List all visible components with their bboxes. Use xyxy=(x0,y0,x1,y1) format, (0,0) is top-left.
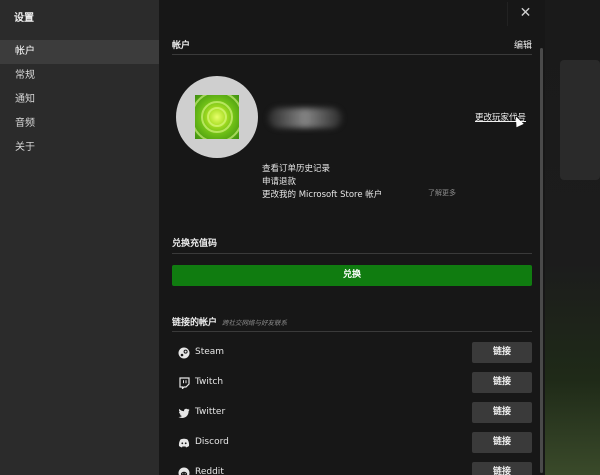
twitch-icon xyxy=(179,377,190,389)
sidebar-item-account[interactable]: 帐户 xyxy=(0,40,159,64)
link-steam-button[interactable]: 链接 xyxy=(472,342,532,363)
linked-service-row-twitter: Twitter 链接 xyxy=(172,401,532,425)
discord-icon xyxy=(178,438,190,448)
edit-button[interactable]: 编辑 xyxy=(514,38,532,51)
refund-link[interactable]: 申请退款 xyxy=(262,175,296,187)
linked-service-row-discord: Discord 链接 xyxy=(172,431,532,455)
redeem-button[interactable]: 兑换 xyxy=(172,265,532,286)
linked-service-row-reddit: Reddit 链接 xyxy=(172,461,532,475)
link-reddit-button[interactable]: 链接 xyxy=(472,462,532,475)
service-name: Discord xyxy=(195,437,229,447)
learn-more-link[interactable]: 了解更多 xyxy=(428,188,456,198)
steam-icon xyxy=(178,347,190,359)
linked-accounts-subtitle: 跨社交网络与好友联系 xyxy=(222,319,287,327)
linked-divider xyxy=(172,331,532,332)
gamertag-redacted xyxy=(268,108,342,128)
service-name: Steam xyxy=(195,347,225,357)
reddit-icon xyxy=(178,467,190,475)
account-divider xyxy=(172,54,532,55)
change-store-account-link[interactable]: 更改我的 Microsoft Store 帐户 xyxy=(262,188,382,200)
order-history-link[interactable]: 查看订单历史记录 xyxy=(262,162,330,174)
sidebar-item-notifications[interactable]: 通知 xyxy=(0,88,159,112)
linked-accounts-heading: 链接的帐户 xyxy=(172,318,218,328)
link-discord-button[interactable]: 链接 xyxy=(472,432,532,453)
service-name: Twitter xyxy=(195,407,226,417)
link-twitter-button[interactable]: 链接 xyxy=(472,402,532,423)
sidebar-item-audio[interactable]: 音频 xyxy=(0,112,159,136)
service-name: Reddit xyxy=(195,467,224,475)
linked-service-row-twitch: Twitch 链接 xyxy=(172,371,532,395)
app-title: 设置 xyxy=(14,13,34,24)
close-button[interactable]: ✕ xyxy=(507,2,543,26)
link-twitch-button[interactable]: 链接 xyxy=(472,372,532,393)
scrollbar[interactable] xyxy=(540,48,543,473)
linked-service-row-steam: Steam 链接 xyxy=(172,341,532,365)
gamerpic-image xyxy=(195,95,239,139)
service-name: Twitch xyxy=(195,377,224,387)
sidebar-item-about[interactable]: 关于 xyxy=(0,136,159,160)
twitter-icon xyxy=(178,408,190,418)
backdrop-window xyxy=(560,60,600,180)
account-heading: 帐户 xyxy=(172,41,191,51)
sidebar-item-general[interactable]: 常规 xyxy=(0,64,159,88)
redeem-divider xyxy=(172,253,532,254)
sidebar: 设置 帐户 常规 通知 音频 关于 xyxy=(0,0,159,475)
redeem-heading: 兑换充值码 xyxy=(172,239,218,249)
